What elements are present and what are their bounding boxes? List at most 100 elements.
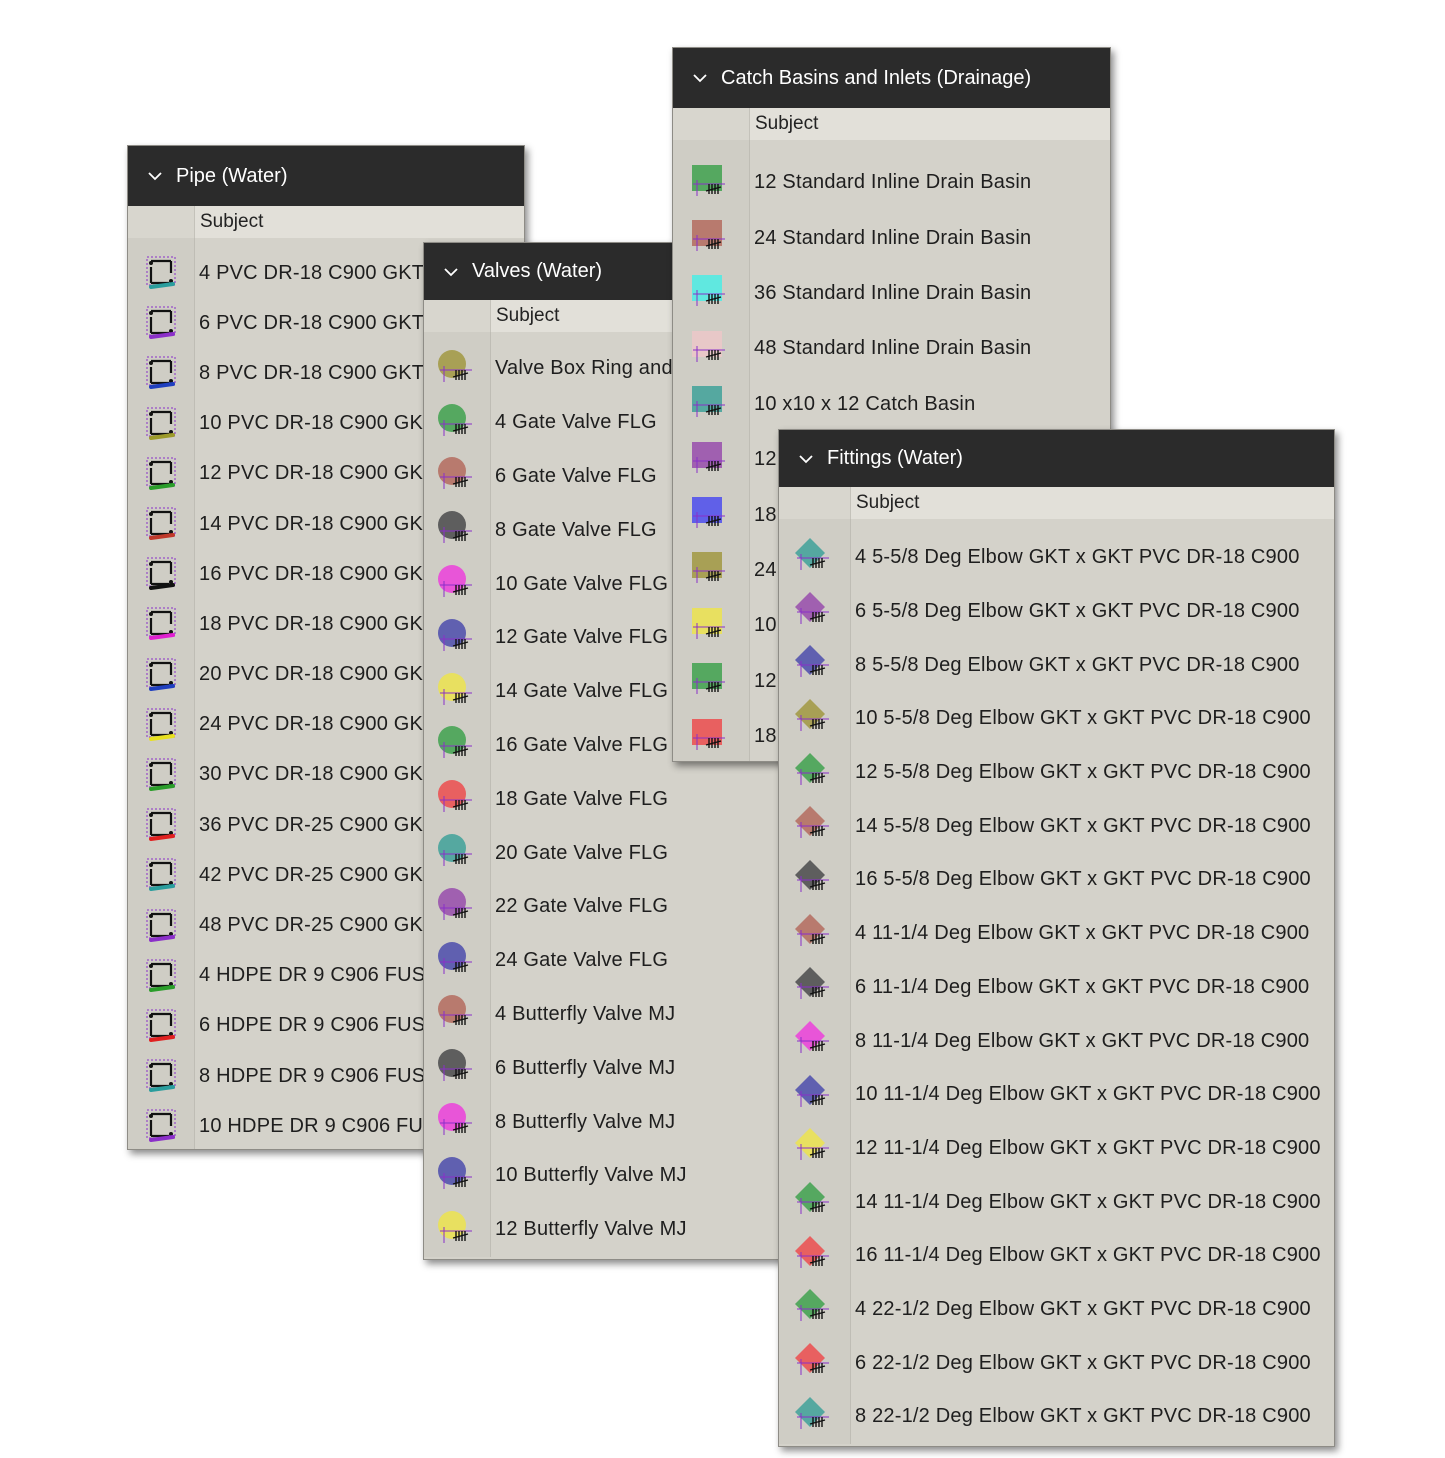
pipe-icon xyxy=(128,554,194,594)
item-label: 18 xyxy=(754,725,777,748)
item-label: 6 Gate Valve FLG xyxy=(495,464,657,487)
item-label: 48 PVC DR-25 C900 GKT xyxy=(199,914,436,937)
item-label: 4 5-5/8 Deg Elbow GKT x GKT PVC DR-18 C9… xyxy=(855,546,1300,569)
item-label: 18 PVC DR-18 C900 GKT xyxy=(199,612,436,635)
panel-header[interactable]: Fittings (Water) xyxy=(779,430,1334,487)
fitting-icon xyxy=(779,965,850,1009)
list-item[interactable]: 36 Standard Inline Drain Basin xyxy=(673,266,1110,321)
chevron-down-icon[interactable] xyxy=(442,263,460,281)
item-label: 6 HDPE DR 9 C906 FUSE xyxy=(199,1014,439,1037)
item-label: 16 5-5/8 Deg Elbow GKT x GKT PVC DR-18 C… xyxy=(855,868,1311,891)
panel-title: Catch Basins and Inlets (Drainage) xyxy=(721,66,1032,89)
list-item[interactable]: 22 Gate Valve FLG xyxy=(424,880,824,934)
pipe-icon xyxy=(128,604,194,644)
pipe-icon xyxy=(128,454,194,494)
list-item[interactable]: 48 Standard Inline Drain Basin xyxy=(673,321,1110,376)
fitting-icon xyxy=(779,643,850,687)
column-subject: Subject xyxy=(755,113,819,134)
list-item[interactable]: 18 Gate Valve FLG xyxy=(424,772,824,826)
item-label: 6 22-1/2 Deg Elbow GKT x GKT PVC DR-18 C… xyxy=(855,1351,1311,1374)
item-label: 6 Butterfly Valve MJ xyxy=(495,1056,676,1079)
list-item[interactable]: 4 22-1/2 Deg Elbow GKT x GKT PVC DR-18 C… xyxy=(779,1283,1334,1337)
pipe-icon xyxy=(128,504,194,544)
pipe-icon xyxy=(128,253,194,293)
catch-basin-icon xyxy=(673,328,749,370)
fitting-icon xyxy=(779,1073,850,1117)
item-label: 14 11-1/4 Deg Elbow GKT x GKT PVC DR-18 … xyxy=(855,1190,1321,1213)
panel-header[interactable]: Catch Basins and Inlets (Drainage) xyxy=(673,48,1110,108)
list-item[interactable]: 6 Butterfly Valve MJ xyxy=(424,1041,824,1095)
valve-icon xyxy=(424,671,490,713)
item-label: Valve Box Ring and xyxy=(495,357,673,380)
list-item[interactable]: 12 11-1/4 Deg Elbow GKT x GKT PVC DR-18 … xyxy=(779,1122,1334,1176)
item-label: 18 xyxy=(754,503,777,526)
pipe-icon xyxy=(128,855,194,895)
valve-icon xyxy=(424,617,490,659)
item-label: 4 22-1/2 Deg Elbow GKT x GKT PVC DR-18 C… xyxy=(855,1297,1311,1320)
item-label: 14 5-5/8 Deg Elbow GKT x GKT PVC DR-18 C… xyxy=(855,814,1311,837)
list-item[interactable]: 8 11-1/4 Deg Elbow GKT x GKT PVC DR-18 C… xyxy=(779,1014,1334,1068)
panel-title: Valves (Water) xyxy=(472,260,603,282)
item-label: 36 PVC DR-25 C900 GKT xyxy=(199,813,436,836)
list-item[interactable]: 16 5-5/8 Deg Elbow GKT x GKT PVC DR-18 C… xyxy=(779,853,1334,907)
list-item[interactable]: 6 11-1/4 Deg Elbow GKT x GKT PVC DR-18 C… xyxy=(779,961,1334,1015)
list-item[interactable]: 6 22-1/2 Deg Elbow GKT x GKT PVC DR-18 C… xyxy=(779,1336,1334,1390)
fitting-icon xyxy=(779,1395,850,1439)
item-label: 8 Gate Valve FLG xyxy=(495,518,657,541)
column-header[interactable]: Subject xyxy=(673,108,1110,140)
list-item[interactable]: 14 5-5/8 Deg Elbow GKT x GKT PVC DR-18 C… xyxy=(779,799,1334,853)
valve-icon xyxy=(424,348,490,390)
item-label: 18 Gate Valve FLG xyxy=(495,787,669,810)
list-item[interactable]: 4 Butterfly Valve MJ xyxy=(424,988,824,1042)
list-item[interactable]: 10 5-5/8 Deg Elbow GKT x GKT PVC DR-18 C… xyxy=(779,692,1334,746)
list-item[interactable]: 24 Standard Inline Drain Basin xyxy=(673,210,1110,265)
column-header[interactable]: Subject xyxy=(779,487,1334,519)
item-label: 10 xyxy=(754,614,777,637)
list-item[interactable]: 12 Butterfly Valve MJ xyxy=(424,1203,824,1257)
item-label: 16 PVC DR-18 C900 GKT xyxy=(199,562,436,585)
list-item[interactable]: 16 11-1/4 Deg Elbow GKT x GKT PVC DR-18 … xyxy=(779,1229,1334,1283)
item-label: 4 PVC DR-18 C900 GKT xyxy=(199,261,425,284)
valve-icon xyxy=(424,778,490,820)
item-label: 16 11-1/4 Deg Elbow GKT x GKT PVC DR-18 … xyxy=(855,1244,1321,1267)
chevron-down-icon[interactable] xyxy=(691,69,709,87)
list-item[interactable]: 10 11-1/4 Deg Elbow GKT x GKT PVC DR-18 … xyxy=(779,1068,1334,1122)
catch-basin-icon xyxy=(673,549,749,591)
fitting-icon xyxy=(779,912,850,956)
item-label: 12 Butterfly Valve MJ xyxy=(495,1218,687,1241)
column-header[interactable]: Subject xyxy=(128,206,524,238)
valve-icon xyxy=(424,563,490,605)
list-item[interactable]: 24 Gate Valve FLG xyxy=(424,934,824,988)
list-item[interactable]: 10 x10 x 12 Catch Basin xyxy=(673,377,1110,432)
valve-icon xyxy=(424,832,490,874)
item-label: 12 xyxy=(754,669,777,692)
item-label: 24 xyxy=(754,558,777,581)
item-label: 10 Gate Valve FLG xyxy=(495,572,669,595)
panel-header[interactable]: Pipe (Water) xyxy=(128,146,524,206)
item-label: 20 Gate Valve FLG xyxy=(495,841,669,864)
fitting-icon xyxy=(779,1287,850,1331)
chevron-down-icon[interactable] xyxy=(146,167,164,185)
item-label: 42 PVC DR-25 C900 GKT xyxy=(199,863,436,886)
list-item[interactable]: 8 Butterfly Valve MJ xyxy=(424,1095,824,1149)
item-label: 8 11-1/4 Deg Elbow GKT x GKT PVC DR-18 C… xyxy=(855,1029,1310,1052)
list-item[interactable]: 12 Standard Inline Drain Basin xyxy=(673,155,1110,210)
pipe-icon xyxy=(128,353,194,393)
fitting-icon xyxy=(779,1341,850,1385)
item-label: 36 Standard Inline Drain Basin xyxy=(754,281,1032,304)
chevron-down-icon[interactable] xyxy=(797,450,815,468)
list-item[interactable]: 4 11-1/4 Deg Elbow GKT x GKT PVC DR-18 C… xyxy=(779,907,1334,961)
list-item[interactable]: 20 Gate Valve FLG xyxy=(424,826,824,880)
list-item[interactable]: 6 5-5/8 Deg Elbow GKT x GKT PVC DR-18 C9… xyxy=(779,585,1334,639)
list-item[interactable]: 10 Butterfly Valve MJ xyxy=(424,1149,824,1203)
list-item[interactable]: 14 11-1/4 Deg Elbow GKT x GKT PVC DR-18 … xyxy=(779,1175,1334,1229)
list-item[interactable]: 4 5-5/8 Deg Elbow GKT x GKT PVC DR-18 C9… xyxy=(779,531,1334,585)
list-item[interactable]: 12 5-5/8 Deg Elbow GKT x GKT PVC DR-18 C… xyxy=(779,746,1334,800)
pipe-icon xyxy=(128,404,194,444)
item-label: 24 PVC DR-18 C900 GKT xyxy=(199,713,436,736)
pipe-icon xyxy=(128,655,194,695)
list-item[interactable]: 8 5-5/8 Deg Elbow GKT x GKT PVC DR-18 C9… xyxy=(779,638,1334,692)
item-label: 4 11-1/4 Deg Elbow GKT x GKT PVC DR-18 C… xyxy=(855,922,1310,945)
catch-basin-icon xyxy=(673,605,749,647)
list-item[interactable]: 8 22-1/2 Deg Elbow GKT x GKT PVC DR-18 C… xyxy=(779,1390,1334,1444)
